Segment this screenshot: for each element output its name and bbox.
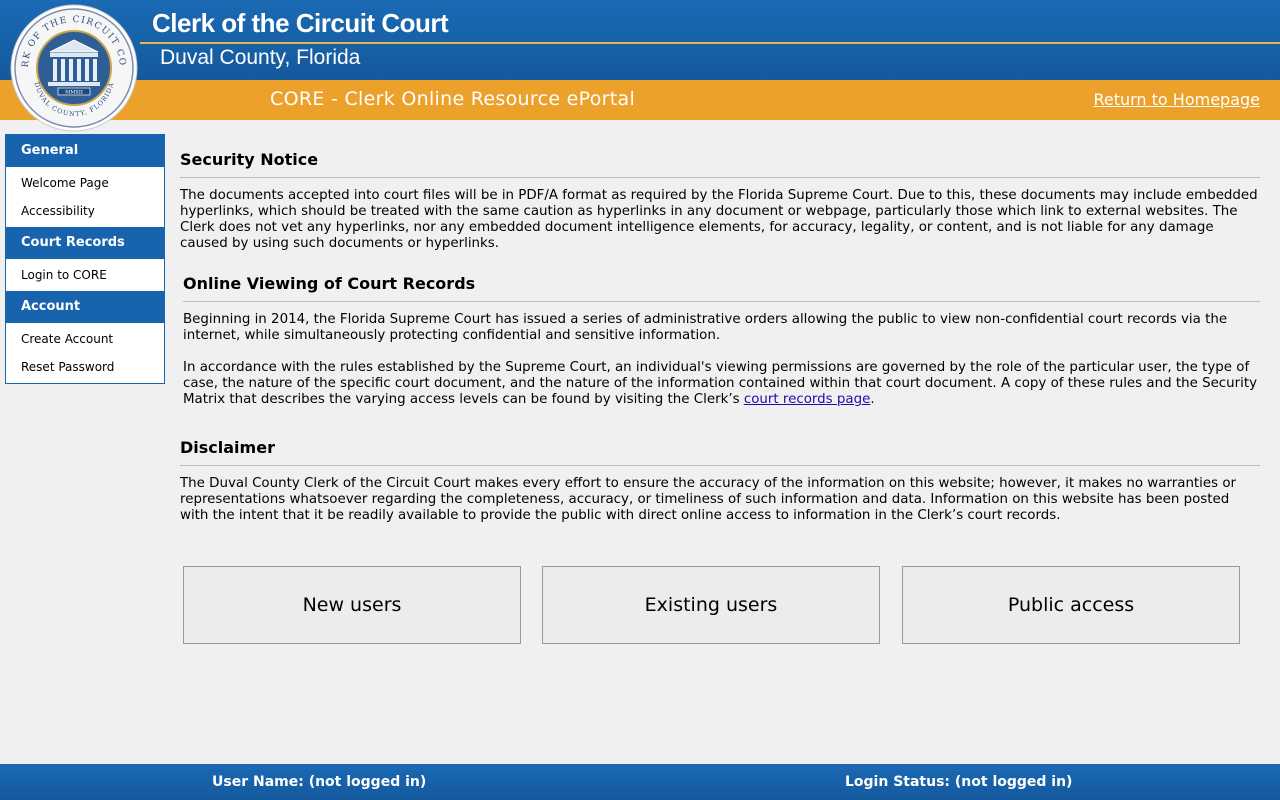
online-viewing-text-2-before: In accordance with the rules established… — [183, 360, 1258, 407]
new-users-button[interactable]: New users — [183, 566, 521, 644]
portal-bar — [0, 80, 1280, 120]
user-type-buttons: New users Existing users Public access — [183, 566, 1240, 644]
site-title: Clerk of the Circuit Court — [152, 8, 449, 38]
sidebar-section-account: Account — [6, 291, 164, 323]
clerk-seal-logo: CLERK OF THE CIRCUIT COURT DUVAL COUNTY,… — [10, 4, 138, 132]
disclaimer-heading: Disclaimer — [180, 438, 1260, 466]
main-content: Security Notice The documents accepted i… — [180, 150, 1260, 524]
login-status: Login Status: (not logged in) — [845, 774, 1073, 790]
sidebar-item-reset-password[interactable]: Reset Password — [6, 353, 164, 381]
security-notice-section: Security Notice The documents accepted i… — [180, 150, 1260, 252]
portal-title: CORE - Clerk Online Resource ePortal — [270, 88, 636, 110]
sidebar-item-accessibility[interactable]: Accessibility — [6, 197, 164, 225]
court-records-page-link[interactable]: court records page — [744, 392, 871, 407]
online-viewing-text-2: In accordance with the rules established… — [183, 360, 1260, 408]
sidebar-item-welcome-page[interactable]: Welcome Page — [6, 169, 164, 197]
header-divider — [140, 42, 1280, 44]
disclaimer-section: Disclaimer The Duval County Clerk of the… — [180, 438, 1260, 524]
security-notice-text: The documents accepted into court files … — [180, 188, 1258, 251]
online-viewing-text-2-after: . — [870, 392, 875, 407]
existing-users-button[interactable]: Existing users — [542, 566, 880, 644]
sidebar-section-court-records: Court Records — [6, 227, 164, 259]
sidebar-item-create-account[interactable]: Create Account — [6, 325, 164, 353]
site-subtitle: Duval County, Florida — [160, 46, 361, 69]
online-viewing-section: Online Viewing of Court Records Beginnin… — [183, 274, 1260, 408]
disclaimer-text: The Duval County Clerk of the Circuit Co… — [180, 476, 1237, 523]
sidebar-nav: General Welcome Page Accessibility Court… — [5, 134, 165, 384]
user-name-status: User Name: (not logged in) — [212, 774, 427, 790]
seal-year: MMXII — [65, 90, 83, 96]
return-to-homepage-link[interactable]: Return to Homepage — [1093, 90, 1260, 109]
status-footer: User Name: (not logged in) Login Status:… — [0, 764, 1280, 800]
online-viewing-heading: Online Viewing of Court Records — [183, 274, 1260, 302]
sidebar-section-general: General — [6, 135, 164, 167]
online-viewing-text-1: Beginning in 2014, the Florida Supreme C… — [183, 312, 1228, 343]
sidebar-item-login-to-core[interactable]: Login to CORE — [6, 261, 164, 289]
security-notice-heading: Security Notice — [180, 150, 1260, 178]
public-access-button[interactable]: Public access — [902, 566, 1240, 644]
